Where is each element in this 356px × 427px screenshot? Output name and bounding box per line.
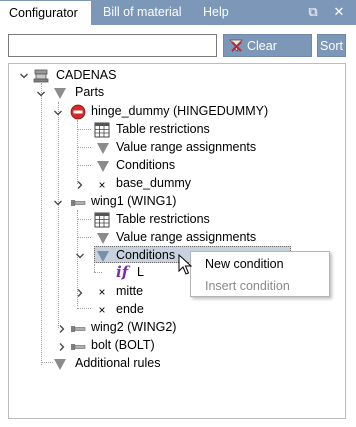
menu-item-new-condition[interactable]: New condition [205, 257, 284, 271]
tree-item-wing1[interactable]: wing1 (WING1) [91, 194, 176, 208]
clear-filters-button[interactable]: Clear Filters [223, 34, 312, 76]
tree-item-parts[interactable]: Parts [75, 85, 104, 99]
x-mark-icon: × [98, 303, 106, 317]
if-condition-icon: if [116, 263, 129, 281]
tree-item-wing2[interactable]: wing2 (WING2) [91, 320, 176, 334]
chevron-right-icon[interactable] [75, 288, 85, 298]
table-icon [94, 122, 110, 138]
tree-guide [77, 237, 91, 238]
context-menu: New condition Insert condition [190, 251, 330, 297]
tab-configurator[interactable]: Configurator [0, 0, 91, 25]
tree-item-table-restrictions[interactable]: Table restrictions [116, 122, 210, 136]
restore-icon[interactable]: ⧉ [304, 3, 322, 21]
clear-filter-icon [229, 39, 243, 52]
tab-bill-of-material[interactable]: Bill of material [94, 0, 191, 25]
part-icon [71, 344, 86, 350]
folder-triangle-icon [54, 88, 66, 99]
tree-guide [41, 83, 42, 365]
table-icon [94, 212, 110, 228]
tab-bar: Configurator Bill of material Help ⧉ ✕ [0, 0, 356, 25]
tab-help[interactable]: Help [194, 0, 238, 25]
tree-guide [94, 264, 95, 272]
chevron-right-icon[interactable] [75, 180, 85, 190]
folder-triangle-icon [97, 143, 109, 154]
tree-item-table-restrictions[interactable]: Table restrictions [116, 212, 210, 226]
tree-item-condition-l[interactable]: L [137, 265, 144, 279]
stop-icon [70, 104, 86, 120]
chevron-down-icon[interactable] [53, 198, 63, 208]
close-icon[interactable]: ✕ [330, 3, 348, 21]
part-icon [71, 326, 86, 332]
tree-item-ende[interactable]: ende [116, 302, 144, 316]
assembly-icon [33, 69, 49, 83]
tree-guide [58, 102, 59, 328]
tree-item-additional-rules[interactable]: Additional rules [75, 356, 160, 370]
tree-guide [77, 147, 91, 148]
folder-triangle-icon [54, 359, 66, 370]
x-mark-icon: × [98, 178, 106, 192]
folder-triangle-icon [97, 251, 109, 262]
chevron-down-icon[interactable] [53, 108, 63, 118]
chevron-right-icon[interactable] [57, 342, 67, 352]
folder-triangle-icon [97, 233, 109, 244]
tree-item-conditions[interactable]: Conditions [116, 158, 175, 172]
tree-item-value-range-assignments[interactable]: Value range assignments [116, 140, 256, 154]
folder-triangle-icon [97, 161, 109, 172]
search-input[interactable] [8, 34, 217, 57]
tree-item-hinge-dummy[interactable]: hinge_dummy (HINGEDUMMY) [91, 104, 268, 118]
tree-item-value-range-assignments[interactable]: Value range assignments [116, 230, 256, 244]
tree-guide [77, 129, 91, 130]
chevron-down-icon[interactable] [36, 89, 46, 99]
chevron-right-icon[interactable] [57, 324, 67, 334]
configurator-tree[interactable]: CADENAS Parts hinge_dummy (HINGEDUMMY) T… [8, 63, 346, 419]
tree-guide [77, 308, 91, 309]
mouse-cursor-icon [178, 254, 192, 275]
tree-guide [94, 272, 102, 273]
sort-button[interactable]: Sort [317, 34, 346, 57]
part-icon [71, 200, 86, 206]
chevron-down-icon[interactable] [75, 251, 85, 261]
tree-guide [77, 165, 91, 166]
tree-item-base-dummy[interactable]: base_dummy [116, 176, 191, 190]
tree-item-bolt[interactable]: bolt (BOLT) [91, 338, 155, 352]
tree-item-conditions-selected[interactable]: Conditions [116, 248, 175, 262]
tree-item-mitte[interactable]: mitte [116, 284, 143, 298]
tree-guide [77, 219, 91, 220]
x-mark-icon: × [98, 285, 106, 299]
menu-item-insert-condition: Insert condition [205, 279, 290, 293]
tree-root-label[interactable]: CADENAS [56, 68, 116, 82]
chevron-down-icon[interactable] [19, 71, 29, 81]
tree-guide [41, 362, 53, 363]
